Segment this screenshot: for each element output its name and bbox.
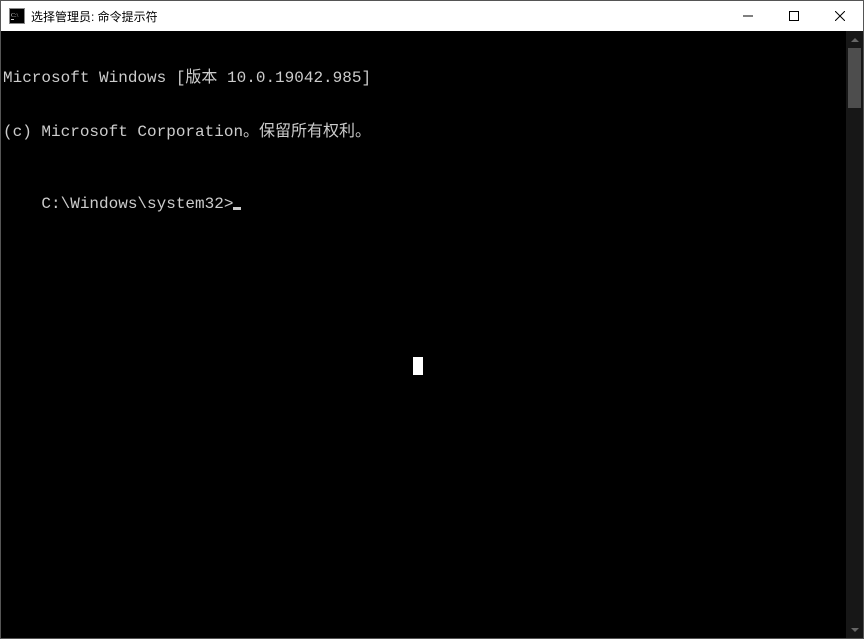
close-button[interactable] bbox=[817, 1, 863, 31]
scroll-down-button[interactable] bbox=[846, 621, 863, 638]
vertical-scrollbar[interactable] bbox=[846, 31, 863, 638]
svg-text:C:\: C:\ bbox=[11, 13, 19, 19]
command-prompt-window: C:\ 选择管理员: 命令提示符 Microsoft Windows [版本 1… bbox=[0, 0, 864, 639]
chevron-down-icon bbox=[851, 628, 859, 632]
terminal-output-line: Microsoft Windows [版本 10.0.19042.985] bbox=[3, 69, 863, 87]
scroll-up-button[interactable] bbox=[846, 31, 863, 48]
maximize-button[interactable] bbox=[771, 1, 817, 31]
terminal-output-line: (c) Microsoft Corporation。保留所有权利。 bbox=[3, 123, 863, 141]
app-icon: C:\ bbox=[9, 8, 25, 24]
selection-cursor-block bbox=[413, 357, 423, 375]
titlebar[interactable]: C:\ 选择管理员: 命令提示符 bbox=[1, 1, 863, 31]
chevron-up-icon bbox=[851, 38, 859, 42]
text-cursor bbox=[233, 207, 241, 210]
terminal-prompt: C:\Windows\system32> bbox=[41, 195, 233, 213]
window-controls bbox=[725, 1, 863, 31]
scroll-thumb[interactable] bbox=[848, 48, 861, 108]
terminal-area[interactable]: Microsoft Windows [版本 10.0.19042.985] (c… bbox=[1, 31, 863, 638]
minimize-button[interactable] bbox=[725, 1, 771, 31]
window-title: 选择管理员: 命令提示符 bbox=[31, 8, 725, 25]
